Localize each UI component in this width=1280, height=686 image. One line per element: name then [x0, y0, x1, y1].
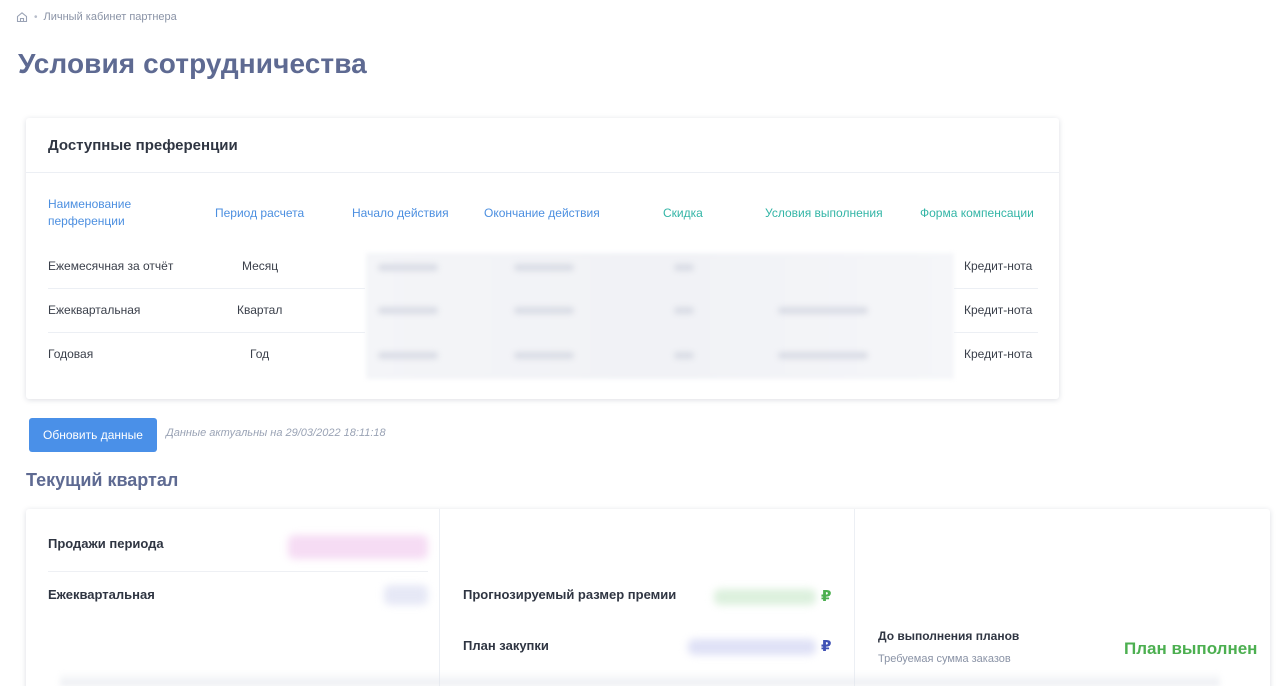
redacted-value: [674, 264, 694, 271]
redacted-value: [778, 352, 868, 359]
column-divider: [439, 509, 440, 686]
data-updated-note: Данные актуальны на 29/03/2022 18:11:18: [166, 427, 386, 439]
redacted-value: [514, 264, 574, 271]
column-header-name-line1: Наименование: [48, 197, 132, 211]
current-quarter-title: Текущий квартал: [26, 470, 179, 490]
column-divider: [854, 509, 855, 686]
column-header-discount: Скидка: [663, 206, 703, 220]
quarterly-value-redacted: [384, 585, 428, 605]
required-sum-label: Требуемая сумма заказов: [878, 653, 1011, 665]
row-divider: [954, 332, 1038, 333]
breadcrumb-separator: •: [34, 11, 38, 23]
plan-status: План выполнен: [1124, 639, 1258, 658]
redacted-value: [674, 307, 694, 314]
purchase-plan-value-redacted: [688, 639, 816, 655]
purchase-plan-label: План закупки: [463, 638, 549, 653]
row-2-name: Ежеквартальная: [48, 303, 141, 317]
column-header-start: Начало действия: [352, 206, 449, 220]
page: • Личный кабинет партнера Условия сотруд…: [0, 0, 1280, 686]
forecast-bonus-ruble-icon: ₽: [821, 588, 832, 605]
column-header-name-line2: перференции: [48, 214, 125, 228]
preferences-card: Доступные преференции Наименование перфе…: [26, 118, 1059, 399]
redacted-value: [378, 352, 438, 359]
row-2-compensation: Кредит-нота: [964, 303, 1033, 317]
row-divider: [48, 288, 365, 289]
row-divider: [48, 571, 428, 572]
column-header-name: Наименование перференции: [48, 196, 131, 230]
column-header-end: Окончание действия: [484, 206, 600, 220]
forecast-bonus-value-redacted: [714, 589, 816, 605]
until-plans-label: До выполнения планов: [878, 629, 1020, 643]
preferences-card-title: Доступные преференции: [26, 118, 1059, 173]
column-header-conditions: Условия выполнения: [765, 206, 883, 220]
row-divider: [954, 288, 1038, 289]
row-2-period: Квартал: [237, 303, 283, 317]
refresh-data-button[interactable]: Обновить данные: [29, 418, 157, 452]
breadcrumb: • Личный кабинет партнера: [16, 11, 177, 23]
redacted-values: [366, 253, 954, 379]
redacted-value: [378, 264, 438, 271]
row-1-period: Месяц: [242, 259, 279, 273]
home-icon[interactable]: [16, 11, 28, 23]
breadcrumb-current[interactable]: Личный кабинет партнера: [44, 11, 177, 23]
preferences-table: Наименование перференции Период расчета …: [26, 173, 1059, 399]
redacted-value: [778, 307, 868, 314]
sales-period-value-redacted: [288, 535, 428, 559]
redacted-value: [674, 352, 694, 359]
row-3-compensation: Кредит-нота: [964, 347, 1033, 361]
redacted-value: [514, 352, 574, 359]
row-1-compensation: Кредит-нота: [964, 259, 1033, 273]
row-3-period: Год: [250, 347, 270, 361]
forecast-bonus-label: Прогнозируемый размер премии: [463, 587, 677, 602]
purchase-plan-ruble-icon: ₽: [821, 638, 832, 655]
page-title: Условия сотрудничества: [18, 48, 367, 79]
row-divider: [48, 332, 365, 333]
quarterly-label: Ежеквартальная: [48, 587, 155, 602]
row-1-name: Ежемесячная за отчёт: [48, 259, 174, 273]
row-3-name: Годовая: [48, 347, 94, 361]
sales-period-label: Продажи периода: [48, 536, 164, 551]
redacted-value: [378, 307, 438, 314]
redacted-value: [514, 307, 574, 314]
column-header-period: Период расчета: [215, 206, 305, 220]
current-quarter-card: Продажи периода Ежеквартальная Прогнозир…: [26, 509, 1270, 686]
column-header-compensation: Форма компенсации: [920, 206, 1034, 220]
